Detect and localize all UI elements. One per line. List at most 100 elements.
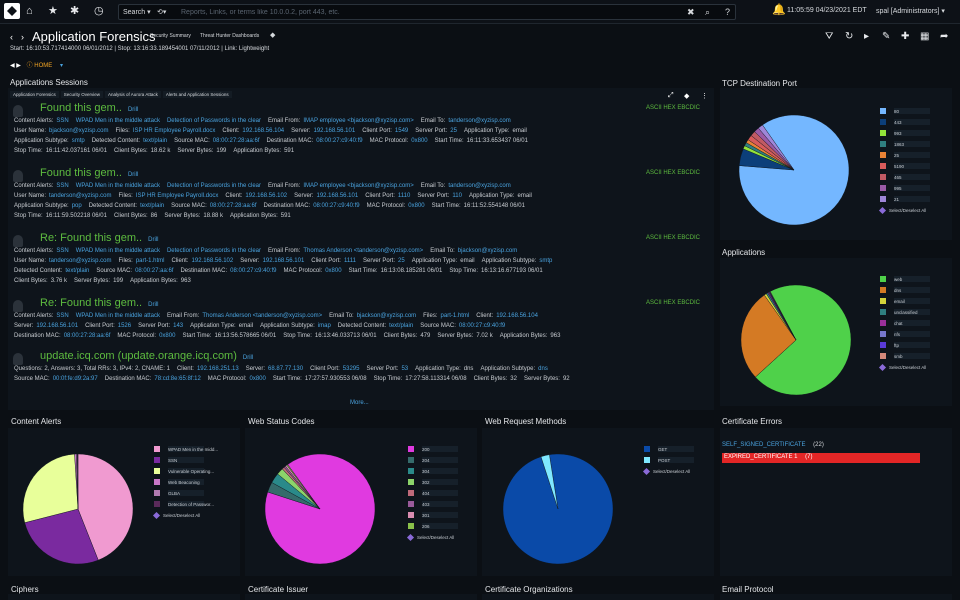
- subtab-aurora-attack[interactable]: Analysis of Aurora Attack: [105, 91, 161, 98]
- legend-item[interactable]: email: [880, 298, 960, 305]
- session-heading[interactable]: Found this gem.. Drill: [40, 167, 138, 179]
- session-field-link[interactable]: text/plain: [65, 268, 89, 274]
- session-field-link[interactable]: 0x800: [411, 138, 427, 144]
- refresh-icon[interactable]: ↻: [845, 31, 853, 42]
- session-heading[interactable]: Found this gem.. Drill: [40, 102, 138, 114]
- session-field-link[interactable]: WPAD Men in the middle attack: [76, 313, 160, 319]
- session-field-link[interactable]: 0x800: [408, 203, 424, 209]
- session-heading-text[interactable]: Found this gem..: [40, 167, 122, 179]
- clear-search-icon[interactable]: ✖: [687, 7, 695, 18]
- session-field-link[interactable]: text/plain: [140, 203, 164, 209]
- session-field-link[interactable]: 53: [401, 366, 408, 372]
- app-logo-icon[interactable]: [4, 3, 20, 19]
- session-field-link[interactable]: 192.168.251.13: [197, 366, 239, 372]
- prev-icon[interactable]: ◀ ▶: [10, 63, 21, 69]
- session-field-link[interactable]: 53295: [343, 366, 360, 372]
- legend-item[interactable]: SSN: [154, 457, 234, 464]
- session-field-link[interactable]: 0x800: [249, 376, 265, 382]
- session-field-link[interactable]: 0x800: [159, 333, 175, 339]
- back-icon[interactable]: ‹: [10, 32, 13, 42]
- session-field-link[interactable]: Thomas Anderson <tanderson@xyzisp.com>: [303, 248, 423, 254]
- session-field-link[interactable]: 1111: [344, 258, 356, 264]
- session-field-link[interactable]: 08:00:27:28:aa:6f: [210, 203, 257, 209]
- breadcrumb-home[interactable]: HOME: [34, 63, 52, 69]
- legend-item[interactable]: 301: [408, 512, 488, 519]
- subtab-security-overview[interactable]: Security Overview: [60, 91, 104, 98]
- session-heading-text[interactable]: update.icq.com (update.orange.icq.com): [40, 350, 237, 362]
- session-field-link[interactable]: WPAD Men in the middle attack: [76, 248, 160, 254]
- format-links[interactable]: ASCII HEX EBCDIC: [646, 105, 700, 111]
- session-field-link[interactable]: Detection of Passwords in the clear: [167, 183, 261, 189]
- session-field-link[interactable]: 25: [450, 128, 457, 134]
- session-field-link[interactable]: SSN: [56, 313, 68, 319]
- add-icon[interactable]: ✚: [901, 31, 909, 42]
- legend-item[interactable]: 304: [408, 468, 488, 475]
- session-field-link[interactable]: 08:00:27:aa:6f: [135, 268, 173, 274]
- session-field-link[interactable]: 192.168.56.101: [263, 258, 305, 264]
- session-field-link[interactable]: tanderson@xyzisp.com: [49, 193, 111, 199]
- session-field-link[interactable]: pop: [72, 203, 82, 209]
- legend-item[interactable]: ftp: [880, 342, 960, 349]
- session-field-link[interactable]: ISP HR Employee Payroll.docx: [133, 128, 216, 134]
- session-heading-text[interactable]: Re: Found this gem..: [40, 232, 142, 244]
- session-field-link[interactable]: SSN: [56, 118, 68, 124]
- session-field-link[interactable]: part-1.html: [441, 313, 470, 319]
- more-options-icon[interactable]: ⋮: [701, 92, 708, 100]
- tools-icon[interactable]: ✱: [70, 6, 79, 17]
- filter-icon[interactable]: ⛛: [825, 31, 833, 42]
- legend-item[interactable]: POST: [644, 457, 724, 464]
- legend-item[interactable]: 995: [880, 185, 960, 192]
- session-field-link[interactable]: IMAP employee <bjackson@xyzisp.com>: [303, 183, 413, 189]
- session-field-link[interactable]: 192.168.56.101: [313, 128, 355, 134]
- session-field-link[interactable]: 192.168.56.101: [316, 193, 358, 199]
- session-field-link[interactable]: 08:00:27:28:aa:6f: [213, 138, 260, 144]
- legend-item[interactable]: dns: [880, 287, 960, 294]
- session-heading[interactable]: Re: Found this gem.. Drill: [40, 297, 158, 309]
- legend-item[interactable]: 204: [408, 457, 488, 464]
- session-field-link[interactable]: 08:00:27:c9:40:f9: [316, 138, 362, 144]
- legend-item[interactable]: GET: [644, 446, 724, 453]
- forward-icon[interactable]: ›: [21, 32, 24, 42]
- select-deselect-all[interactable]: Select/Deselect All: [880, 365, 926, 370]
- legend-item[interactable]: 21: [880, 196, 960, 203]
- search-input[interactable]: [181, 7, 681, 18]
- format-links[interactable]: ASCII HEX EBCDIC: [646, 300, 700, 306]
- session-field-link[interactable]: imap: [318, 323, 331, 329]
- tab-threat-hunter-dashboards[interactable]: Threat Hunter Dashboards: [200, 33, 259, 39]
- select-deselect-all[interactable]: Select/Deselect All: [408, 535, 454, 540]
- search-history-dropdown[interactable]: ⟲▾: [157, 8, 166, 16]
- session-field-link[interactable]: part-1.html: [136, 258, 165, 264]
- share-icon[interactable]: ➦: [940, 31, 948, 42]
- session-field-link[interactable]: 192.168.56.102: [192, 258, 234, 264]
- expand-icon[interactable]: ⤢: [668, 92, 674, 100]
- drill-link[interactable]: Drill: [128, 107, 138, 113]
- legend-item[interactable]: 5190: [880, 163, 960, 170]
- breadcrumb-dropdown-icon[interactable]: ▾: [60, 63, 63, 69]
- legend-item[interactable]: 25: [880, 152, 960, 159]
- session-field-link[interactable]: tanderson@xyzisp.com: [448, 118, 510, 124]
- pin-icon[interactable]: ✎: [882, 31, 890, 42]
- drill-link[interactable]: Drill: [148, 237, 158, 243]
- session-field-link[interactable]: WPAD Men in the middle attack: [76, 183, 160, 189]
- tag-icon[interactable]: ◆: [270, 31, 275, 39]
- legend-item[interactable]: unclassified: [880, 309, 960, 316]
- session-field-link[interactable]: 1526: [118, 323, 131, 329]
- session-heading[interactable]: Re: Found this gem.. Drill: [40, 232, 158, 244]
- search-icon[interactable]: ⌕: [705, 7, 710, 18]
- home-icon[interactable]: ⌂: [26, 6, 33, 17]
- session-field-link[interactable]: 143: [173, 323, 183, 329]
- cert-error-self-signed[interactable]: SELF_SIGNED_CERTIFICATE (22): [722, 442, 824, 448]
- legend-item[interactable]: Vulnerable Operating...: [154, 468, 234, 475]
- help-icon[interactable]: ?: [725, 7, 730, 17]
- session-field-link[interactable]: tanderson@xyzisp.com: [49, 258, 111, 264]
- legend-item[interactable]: 404: [408, 490, 488, 497]
- legend-item[interactable]: nfs: [880, 331, 960, 338]
- session-field-link[interactable]: Detection of Passwords in the clear: [167, 248, 261, 254]
- info-icon[interactable]: ⓘ: [27, 63, 33, 69]
- session-field-link[interactable]: 08:00:27:c9:40:f9: [459, 323, 505, 329]
- legend-item[interactable]: GLBA: [154, 490, 234, 497]
- session-field-link[interactable]: IMAP employee <bjackson@xyzisp.com>: [303, 118, 413, 124]
- legend-item[interactable]: 403: [408, 501, 488, 508]
- session-heading-text[interactable]: Found this gem..: [40, 102, 122, 114]
- session-field-link[interactable]: ISP HR Employee Payroll.docx: [136, 193, 219, 199]
